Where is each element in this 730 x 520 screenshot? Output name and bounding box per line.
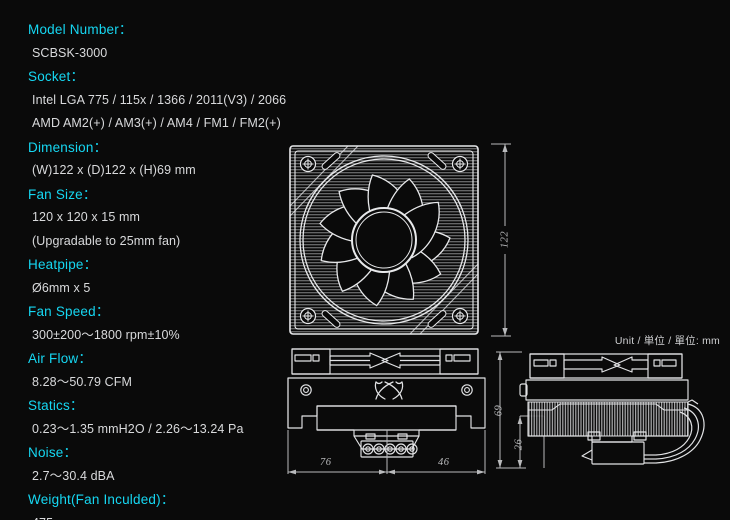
spec-statics: Statics： 0.23〜1.35 mmH2O / 2.26〜13.24 Pa	[28, 394, 306, 441]
dimension-26: 26	[513, 438, 525, 451]
base-bottom-view	[287, 348, 486, 475]
spec-model-number: Model Number： SCBSK-3000	[28, 18, 306, 65]
base-plate	[528, 431, 688, 465]
fan-hub	[351, 207, 417, 273]
spec-label: Noise：	[28, 445, 78, 460]
scythe-logo-icon	[374, 381, 404, 400]
heatsink-fin-stack	[527, 401, 689, 437]
spec-dimension: Dimension： (W)122 x (D)122 x (H)69 mm	[28, 136, 306, 183]
spec-label: Heatpipe：	[28, 257, 98, 272]
spec-label: Socket：	[28, 69, 85, 84]
spec-label: Fan Speed：	[28, 304, 110, 319]
spec-noise: Noise： 2.7〜30.4 dBA	[28, 441, 306, 488]
dimension-76: 76	[320, 457, 332, 468]
spec-value: 0.23〜1.35 mmH2O / 2.26〜13.24 Pa	[32, 421, 244, 436]
spec-label: Fan Size：	[28, 186, 97, 202]
spec-value: 120 x 120 x 15 mm	[32, 210, 141, 224]
spec-sheet: Model Number： SCBSK-3000 Socket： Intel L…	[0, 0, 730, 520]
bottom-dimension-line	[287, 430, 486, 474]
spec-value: Intel LGA 775 / 115x / 1366 / 2011(V3) /…	[32, 92, 287, 107]
spec-label: Air Flow：	[28, 351, 93, 366]
spec-value: 8.28〜50.79 CFM	[32, 374, 133, 389]
spec-heatpipe: Heatpipe： Ø6mm x 5	[28, 253, 306, 300]
spec-value: AMD AM2(+) / AM3(+) / AM4 / FM1 / FM2(+)	[32, 116, 281, 130]
fan-housing	[519, 379, 689, 401]
spec-value: SCBSK-3000	[32, 45, 108, 60]
spec-value: 475 g	[28, 512, 306, 520]
side-elevation-view	[496, 351, 705, 469]
spec-label: Statics：	[28, 398, 84, 413]
spec-weight: Weight(Fan Inculded)： 475 g	[28, 488, 306, 520]
fan-top-view	[289, 145, 479, 335]
mounting-bar	[291, 348, 479, 375]
dimension-46: 46	[438, 457, 450, 468]
base-screws	[300, 384, 473, 396]
spec-value: Ø6mm x 5	[32, 280, 91, 295]
dimension-69: 69	[493, 404, 505, 417]
spec-value: (Upgradable to 25mm fan)	[32, 233, 181, 248]
spec-socket: Socket： Intel LGA 775 / 115x / 1366 / 20…	[28, 65, 306, 136]
spec-air-flow: Air Flow： 8.28〜50.79 CFM	[28, 347, 306, 394]
spec-value: 2.7〜30.4 dBA	[32, 468, 115, 483]
spec-fan-speed: Fan Speed： 300±200〜1800 rpm±10%	[28, 300, 306, 347]
spec-label: Weight(Fan Inculded)：	[28, 492, 175, 507]
specification-list: Model Number： SCBSK-3000 Socket： Intel L…	[28, 18, 306, 520]
spec-label: Model Number：	[28, 22, 133, 37]
fan-mount-rail	[529, 353, 683, 379]
spec-label: Dimension：	[28, 139, 108, 155]
spec-value: 300±200〜1800 rpm±10%	[32, 327, 180, 342]
spec-value: (W)122 x (D)122 x (H)69 mm	[32, 163, 196, 177]
spec-fan-size: Fan Size： 120 x 120 x 15 mm (Upgradable …	[28, 183, 306, 254]
dimension-122: 122	[499, 230, 511, 249]
